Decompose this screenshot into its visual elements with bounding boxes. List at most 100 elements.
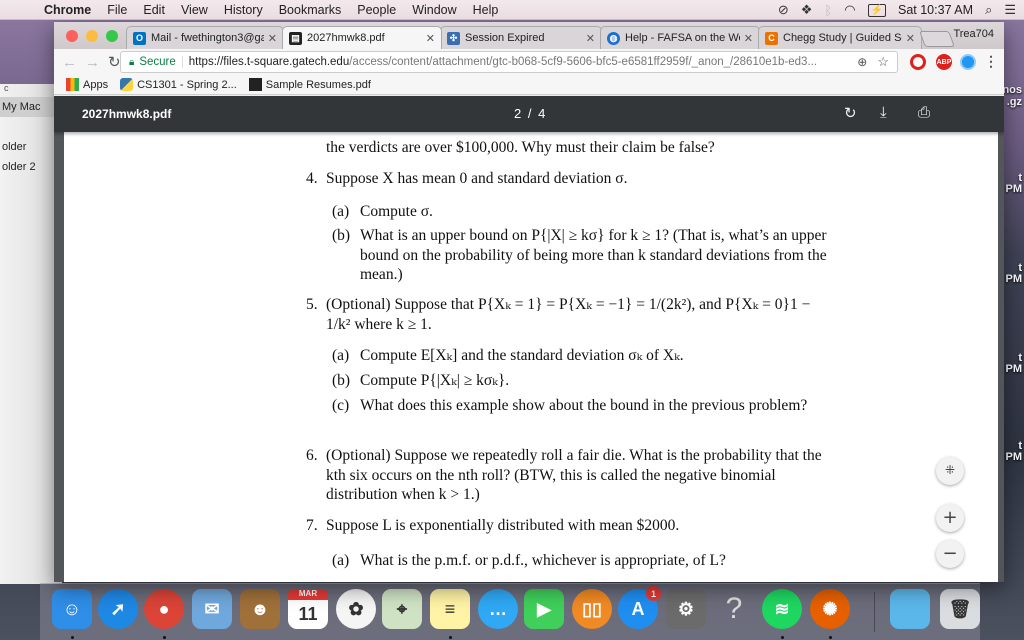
dock-item-system-preferences[interactable]: ⚙	[666, 589, 706, 629]
problem-number: 7.	[306, 517, 318, 534]
problem-text: (Optional) Suppose we repeatedly roll a …	[326, 447, 822, 503]
chegg-icon: C	[765, 31, 778, 45]
battery-icon[interactable]: ⚡	[867, 3, 886, 17]
spotlight-icon[interactable]: ⌕	[985, 2, 992, 18]
tsquare-icon: ✣	[447, 31, 460, 45]
dock-item-help[interactable]: ?	[714, 589, 754, 629]
firefox-icon: ✺	[822, 598, 838, 619]
dock-item-ibooks[interactable]: ▯▯	[572, 589, 612, 629]
minimize-window-button[interactable]	[86, 30, 98, 42]
part-label: (a)	[332, 203, 350, 220]
desktop-label: PM	[1005, 183, 1023, 195]
dock-item-safari[interactable]: ➚	[98, 589, 138, 629]
zoom-indicator-icon[interactable]: ⊕	[857, 55, 867, 69]
tab-pdf[interactable]: ▤ 2027hmwk8.pdf ✕	[282, 26, 442, 49]
pdf-viewport[interactable]: the verdicts are over $100,000. Why must…	[54, 132, 1004, 582]
close-tab-icon[interactable]: ✕	[426, 32, 435, 45]
dock-item-trash[interactable]: 🗑	[940, 589, 980, 629]
part-text: What is an upper bound on P{|X| ≥ kσ} fo…	[360, 227, 827, 283]
dock-item-photos[interactable]: ✿	[336, 589, 376, 629]
bluetooth-icon[interactable]: ᛒ	[824, 3, 832, 18]
finder-item-folder[interactable]: older	[2, 141, 26, 153]
dock-item-contacts[interactable]: ☻	[240, 589, 280, 629]
new-tab-button[interactable]	[919, 31, 955, 47]
tab-session-expired[interactable]: ✣ Session Expired ✕	[440, 26, 602, 49]
dropbox-icon[interactable]: ❖	[801, 2, 813, 18]
current-page-input[interactable]: 2	[514, 106, 521, 121]
reload-button[interactable]: ↻	[108, 53, 121, 71]
download-icon[interactable]: ⤓	[880, 104, 887, 121]
menu-history[interactable]: History	[224, 3, 263, 17]
tab-fafsa[interactable]: ◍ Help - FAFSA on the Web ✕	[600, 26, 760, 49]
system-preferences-icon: ⚙	[677, 598, 695, 619]
profile-button[interactable]: Trea704	[953, 28, 994, 40]
menu-edit[interactable]: Edit	[143, 3, 165, 17]
spotify-icon: ≋	[774, 598, 790, 619]
bookmark-sample-resumes[interactable]: Sample Resumes.pdf	[248, 78, 371, 91]
dock-item-downloads[interactable]	[890, 589, 930, 629]
close-tab-icon[interactable]: ✕	[744, 32, 753, 45]
part-text: What does this example show about the bo…	[360, 397, 808, 414]
ibooks-icon: ▯▯	[582, 598, 602, 619]
bookmark-cs1301[interactable]: CS1301 - Spring 2...	[120, 78, 237, 91]
timer-icon[interactable]: ⊘	[778, 2, 789, 18]
trash-icon: 🗑	[948, 598, 972, 619]
dock-item-messages[interactable]: …	[478, 589, 518, 629]
close-tab-icon[interactable]: ✕	[586, 32, 595, 45]
url-text[interactable]: https://files.t-square.gatech.edu/access…	[189, 56, 858, 68]
bookmark-star-icon[interactable]: ☆	[877, 54, 889, 70]
app-menu[interactable]: Chrome	[44, 3, 91, 17]
finder-item-my-mac[interactable]: My Mac	[0, 97, 62, 117]
dock-item-chrome[interactable]: ●	[144, 589, 184, 629]
plus-icon: +	[942, 507, 958, 529]
dock-item-facetime[interactable]: ▶	[524, 589, 564, 629]
dock-item-notes[interactable]: ≡	[430, 589, 470, 629]
menu-people[interactable]: People	[357, 3, 396, 17]
chrome-menu-icon[interactable]: ⋮	[984, 53, 998, 70]
running-indicator	[163, 636, 166, 639]
menu-bookmarks[interactable]: Bookmarks	[279, 3, 342, 17]
dock-item-mail[interactable]: ✉	[192, 589, 232, 629]
notification-center-icon[interactable]: ☰	[1004, 2, 1016, 18]
clock[interactable]: Sat 10:37 AM	[898, 3, 973, 17]
wifi-icon[interactable]: ◠	[844, 2, 855, 18]
bookmark-apps[interactable]: Apps	[66, 78, 108, 91]
print-icon[interactable]: ⎙	[918, 104, 930, 121]
dock-item-firefox[interactable]: ✺	[810, 589, 850, 629]
forward-button[interactable]: →	[85, 54, 100, 71]
menu-file[interactable]: File	[107, 3, 127, 17]
zoom-out-button[interactable]: −	[936, 540, 964, 568]
zoom-window-button[interactable]	[106, 30, 118, 42]
bookmarks-bar: Apps CS1301 - Spring 2... Sample Resumes…	[54, 75, 1004, 95]
dock-item-app-store[interactable]: A1	[618, 586, 661, 629]
back-button[interactable]: ←	[62, 54, 77, 71]
adblock-plus-icon[interactable]: ABP	[936, 54, 952, 70]
menu-help[interactable]: Help	[473, 3, 499, 17]
app-store-icon: A	[631, 598, 645, 619]
finder-item[interactable]: c	[4, 83, 9, 93]
problem-text: (Optional) Suppose that P{Xₖ = 1} = P{Xₖ…	[326, 296, 811, 333]
close-tab-icon[interactable]: ✕	[906, 32, 915, 45]
tab-chegg[interactable]: C Chegg Study | Guided So ✕	[758, 26, 922, 49]
address-bar[interactable]: 🔒︎ Secure https://files.t-square.gatech.…	[120, 51, 898, 73]
menu-window[interactable]: Window	[412, 3, 456, 17]
dock-item-finder[interactable]: ☺	[52, 589, 92, 629]
zoom-in-button[interactable]: +	[936, 504, 964, 532]
rotate-icon[interactable]: ↻	[844, 104, 857, 122]
part-label: (a)	[332, 552, 350, 569]
tab-mail[interactable]: O Mail - fwethington3@gate ✕	[126, 26, 284, 49]
fit-to-page-button[interactable]: ⁜	[936, 457, 964, 485]
close-window-button[interactable]	[66, 30, 78, 42]
eye-extension-icon[interactable]	[960, 54, 976, 70]
close-tab-icon[interactable]: ✕	[268, 32, 277, 45]
lock-icon: 🔒︎	[129, 56, 135, 68]
opera-icon[interactable]	[910, 54, 926, 70]
finder-item-folder-2[interactable]: older 2	[2, 161, 36, 173]
dock-item-maps[interactable]: ⌖	[382, 589, 422, 629]
dock-item-calendar[interactable]: MAR 11	[288, 589, 328, 629]
part-text: Compute σ.	[360, 203, 433, 220]
tab-title: Mail - fwethington3@gate	[151, 32, 264, 44]
menu-view[interactable]: View	[181, 3, 208, 17]
problem-number: 4.	[306, 170, 318, 187]
dock-item-spotify[interactable]: ≋	[762, 589, 802, 629]
